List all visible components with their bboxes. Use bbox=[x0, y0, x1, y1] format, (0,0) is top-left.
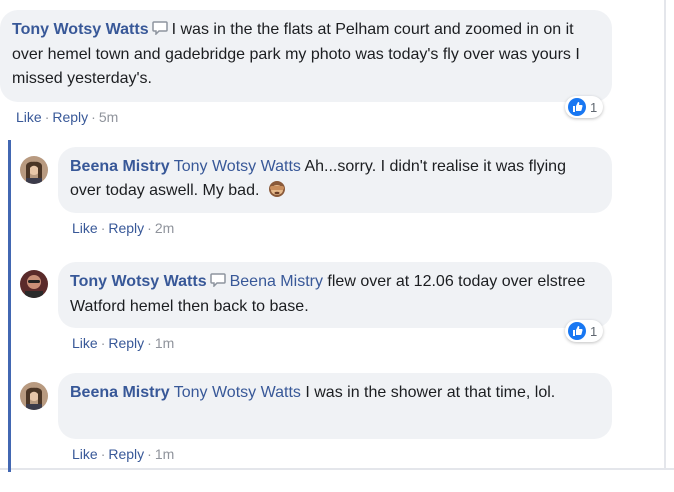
reply-link[interactable]: Reply bbox=[108, 220, 144, 236]
like-link[interactable]: Like bbox=[16, 109, 42, 125]
comment-actions: Like · Reply · 1m bbox=[72, 446, 174, 462]
like-link[interactable]: Like bbox=[72, 220, 98, 236]
chat-bubble-icon bbox=[209, 271, 226, 295]
comment-bubble: Beena Mistry Tony Wotsy Watts I was in t… bbox=[58, 373, 612, 439]
reply-link[interactable]: Reply bbox=[108, 335, 144, 351]
comment-bubble: Tony Wotsy Watts Beena Mistry flew over a… bbox=[58, 262, 612, 328]
comment-author[interactable]: Tony Wotsy Watts bbox=[70, 273, 207, 290]
avatar[interactable] bbox=[20, 270, 48, 298]
separator: · bbox=[147, 220, 152, 236]
reaction-count[interactable]: 1 bbox=[565, 96, 604, 118]
comment-author[interactable]: Beena Mistry bbox=[70, 158, 170, 175]
avatar[interactable] bbox=[20, 156, 48, 184]
reply-link[interactable]: Reply bbox=[108, 446, 144, 462]
mention-link[interactable]: Tony Wotsy Watts bbox=[174, 158, 301, 175]
comment-author[interactable]: Beena Mistry bbox=[70, 384, 170, 401]
bottom-divider bbox=[0, 468, 674, 470]
separator: · bbox=[147, 335, 152, 351]
mention-link[interactable]: Tony Wotsy Watts bbox=[174, 384, 301, 401]
separator: · bbox=[100, 220, 106, 236]
thumbs-up-icon bbox=[568, 322, 586, 340]
like-link[interactable]: Like bbox=[72, 446, 98, 462]
timestamp[interactable]: 2m bbox=[155, 220, 174, 236]
reaction-count[interactable]: 1 bbox=[565, 320, 604, 342]
reaction-number: 1 bbox=[590, 323, 598, 339]
mention-link[interactable]: Beena Mistry bbox=[230, 273, 323, 290]
timestamp[interactable]: 1m bbox=[155, 446, 174, 462]
chat-bubble-icon bbox=[151, 19, 168, 43]
separator: · bbox=[100, 335, 106, 351]
reply-link[interactable]: Reply bbox=[52, 109, 88, 125]
comment-text: I was in the shower at that time, lol. bbox=[305, 384, 556, 401]
separator: · bbox=[147, 446, 152, 462]
see-no-evil-monkey-emoji bbox=[268, 180, 286, 206]
reaction-number: 1 bbox=[590, 99, 598, 115]
separator: · bbox=[100, 446, 106, 462]
comment-actions: Like · Reply · 2m bbox=[72, 220, 174, 236]
right-divider bbox=[664, 0, 666, 470]
avatar[interactable] bbox=[20, 382, 48, 410]
separator: · bbox=[44, 109, 50, 125]
comment-bubble: Beena Mistry Tony Wotsy Watts Ah...sorry… bbox=[58, 147, 612, 213]
comment-actions: Like · Reply · 5m bbox=[16, 109, 118, 125]
comment-author[interactable]: Tony Wotsy Watts bbox=[12, 21, 149, 38]
like-link[interactable]: Like bbox=[72, 335, 98, 351]
thumbs-up-icon bbox=[568, 98, 586, 116]
reply-thread-line bbox=[8, 140, 11, 472]
comment-bubble: Tony Wotsy Watts I was in the the flats a… bbox=[0, 10, 612, 102]
comment-actions: Like · Reply · 1m bbox=[72, 335, 174, 351]
separator: · bbox=[91, 109, 96, 125]
timestamp[interactable]: 1m bbox=[155, 335, 174, 351]
timestamp[interactable]: 5m bbox=[99, 109, 118, 125]
